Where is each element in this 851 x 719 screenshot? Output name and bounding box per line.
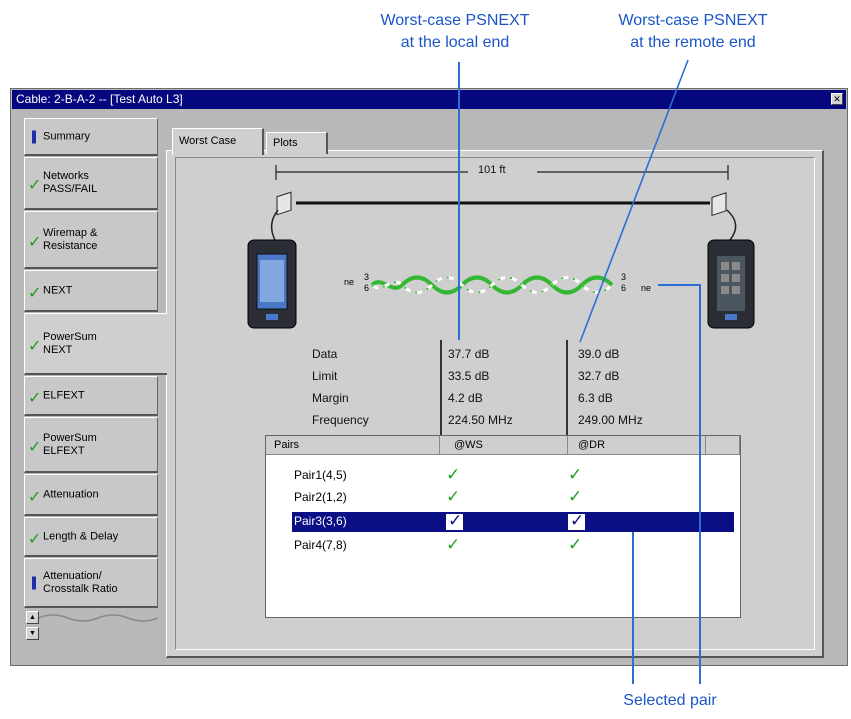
title-bar: Cable: 2-B-A-2 -- [Test Auto L3] ✕ — [12, 90, 846, 109]
cable-diagram — [247, 165, 755, 329]
pair-left-bottom: 6 — [364, 283, 370, 293]
check-icon: ✓ — [28, 284, 42, 302]
sidebar-item-powersum-elfext[interactable]: ✓ PowerSum ELFEXT — [24, 417, 158, 473]
label-data: Data — [312, 347, 338, 361]
callout-remote-line2: at the remote end — [630, 34, 756, 51]
sidebar-item-label: Length & Delay — [43, 530, 119, 542]
pair-name: Pair4(7,8) — [294, 538, 347, 552]
check-icon: ✓ — [28, 438, 42, 456]
scroll-down-button[interactable]: ▼ — [26, 627, 39, 640]
remote-margin: 6.3 dB — [578, 391, 613, 405]
measurement-labels: Data Limit Margin Frequency — [312, 343, 369, 431]
sidebar-item-label: Networks PASS/FAIL — [43, 170, 98, 195]
check-icon: ✓ — [446, 535, 461, 554]
pairs-table: Pairs @WS @DR Pair1(4,5) ✓ ✓ Pair2(1,2) … — [265, 435, 741, 618]
check-icon: ✓ — [28, 233, 42, 251]
callout-remote-end: Worst-case PSNEXT at the remote end — [568, 10, 818, 54]
check-icon: ✓ — [448, 511, 463, 530]
table-row[interactable]: Pair1(4,5) ✓ ✓ — [266, 466, 740, 486]
info-icon — [32, 130, 36, 143]
table-row[interactable]: Pair4(7,8) ✓ ✓ — [266, 536, 740, 556]
column-header-ws[interactable]: @WS — [440, 436, 568, 455]
divider-local — [440, 340, 442, 435]
sidebar-item-label: Attenuation — [43, 488, 99, 500]
callout-remote-line1: Worst-case PSNEXT — [618, 12, 768, 29]
column-header-empty — [706, 436, 740, 455]
remote-frequency: 249.00 MHz — [578, 413, 643, 427]
check-icon: ✓ — [568, 465, 583, 484]
callout-local-line1: Worst-case PSNEXT — [380, 12, 530, 29]
tab-label: Plots — [273, 137, 298, 149]
label-margin: Margin — [312, 391, 349, 405]
sidebar-item-attenuation[interactable]: ✓ Attenuation — [24, 474, 158, 516]
check-icon: ✓ — [446, 487, 461, 506]
check-icon: ✓ — [568, 487, 583, 506]
label-frequency: Frequency — [312, 413, 369, 427]
close-button[interactable]: ✕ — [831, 93, 843, 105]
sidebar-item-label: Wiremap & Resistance — [43, 226, 98, 252]
column-header-pairs[interactable]: Pairs — [266, 436, 440, 455]
sidebar-item-label: PowerSum ELFEXT — [43, 431, 97, 457]
wavy-edge — [38, 614, 158, 622]
divider-remote — [566, 340, 568, 435]
local-data: 37.7 dB — [448, 347, 490, 361]
scroll-up-button[interactable]: ▲ — [26, 611, 39, 624]
check-icon: ✓ — [28, 337, 42, 355]
callout-local-end: Worst-case PSNEXT at the local end — [330, 10, 580, 54]
pair-name: Pair3(3,6) — [294, 514, 347, 528]
local-limit: 33.5 dB — [448, 369, 490, 383]
tab-plots[interactable]: Plots — [266, 132, 328, 154]
tab-worst-case[interactable]: Worst Case — [172, 128, 264, 155]
pair-left-top: 3 — [364, 272, 370, 282]
sidebar-item-label: Summary — [43, 130, 91, 142]
pair-name: Pair2(1,2) — [294, 490, 347, 504]
check-icon: ✓ — [568, 535, 583, 554]
selection-highlight — [292, 512, 734, 532]
callout-line-remote — [579, 59, 689, 343]
sidebar-item-next[interactable]: ✓ NEXT — [24, 270, 158, 312]
sidebar-item-elfext[interactable]: ✓ ELFEXT — [24, 376, 158, 416]
callout-line-local — [458, 62, 460, 340]
sidebar-item-label: NEXT — [43, 284, 73, 296]
sidebar-item-length-delay[interactable]: ✓ Length & Delay — [24, 517, 158, 557]
callout-selected-pair: Selected pair — [623, 692, 717, 709]
sidebar-item-acr[interactable]: Attenuation/ Crosstalk Ratio — [24, 558, 158, 608]
callout-local-line2: at the local end — [400, 34, 510, 51]
check-icon: ✓ — [28, 389, 42, 407]
check-icon: ✓ — [446, 465, 461, 484]
table-row[interactable]: Pair2(1,2) ✓ ✓ — [266, 488, 740, 508]
info-icon — [32, 576, 36, 589]
remote-limit: 32.7 dB — [578, 369, 620, 383]
callout-line-selected-1 — [632, 532, 634, 684]
check-icon: ✓ — [28, 177, 42, 195]
sidebar-item-powersum-next[interactable]: ✓ PowerSum NEXT — [24, 313, 167, 375]
sidebar-item-label: PowerSum NEXT — [43, 330, 97, 356]
check-icon: ✓ — [28, 488, 42, 506]
measurement-local: 37.7 dB 33.5 dB 4.2 dB 224.50 MHz — [448, 343, 513, 431]
sidebar-item-summary[interactable]: Summary — [24, 118, 158, 156]
table-row-selected[interactable]: Pair3(3,6) ✓ ✓ — [266, 512, 740, 532]
callout-line-selected-2 — [699, 284, 701, 684]
pair-name: Pair1(4,5) — [294, 468, 347, 482]
column-header-dr[interactable]: @DR — [568, 436, 706, 455]
cable-length-label: 101 ft — [478, 164, 506, 176]
sidebar-item-label: Attenuation/ Crosstalk Ratio — [43, 569, 118, 595]
local-frequency: 224.50 MHz — [448, 413, 513, 427]
test-sidebar: Summary ✓ Networks PASS/FAIL ✓ Wiremap &… — [24, 118, 167, 658]
sidebar-item-wiremap[interactable]: ✓ Wiremap & Resistance — [24, 211, 158, 269]
check-icon: ✓ — [570, 511, 585, 530]
callout-line-selected-3 — [658, 284, 700, 286]
measurement-remote: 39.0 dB 32.7 dB 6.3 dB 249.00 MHz — [578, 343, 643, 431]
local-margin: 4.2 dB — [448, 391, 483, 405]
window-title: Cable: 2-B-A-2 -- [Test Auto L3] — [16, 92, 183, 106]
label-limit: Limit — [312, 369, 338, 383]
tab-label: Worst Case — [179, 135, 237, 147]
end-left-label: ne — [344, 277, 355, 287]
sidebar-item-label: ELFEXT — [43, 389, 85, 401]
sidebar-item-networks[interactable]: ✓ Networks PASS/FAIL — [24, 157, 158, 210]
check-icon: ✓ — [28, 530, 42, 548]
